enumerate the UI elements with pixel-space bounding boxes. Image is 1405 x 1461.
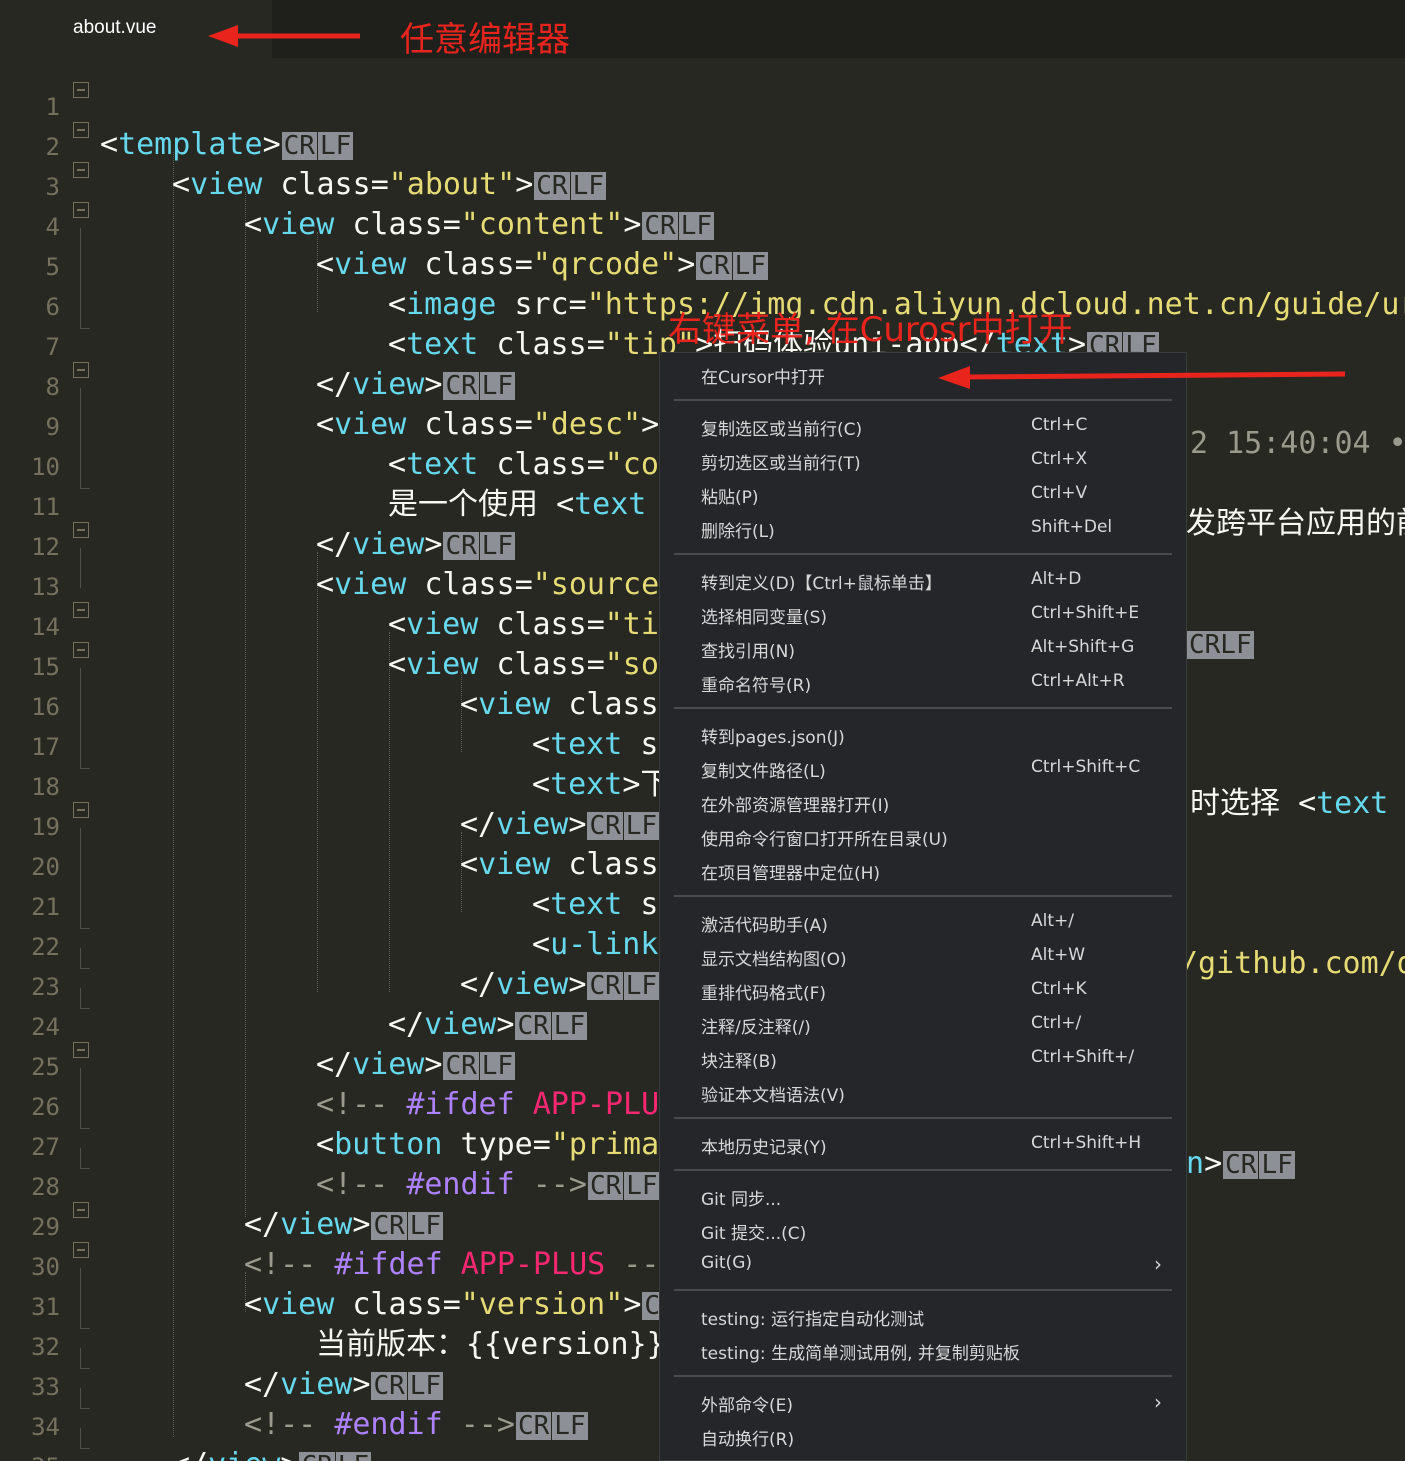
menu-item-copy-file-path[interactable]: 复制文件路径(L) Ctrl+Shift+C: [660, 752, 1186, 786]
fold-end: [80, 1348, 90, 1369]
menu-item-outline[interactable]: 显示文档结构图(O) Alt+W: [660, 940, 1186, 974]
menu-item-toggle-comment[interactable]: 注释/反注释(/) Ctrl+/: [660, 1008, 1186, 1042]
menu-item-format-code[interactable]: 重排代码格式(F) Ctrl+K: [660, 974, 1186, 1008]
fold-guide: [80, 268, 81, 308]
menu-separator: [674, 1169, 1172, 1171]
fold-end: [80, 1148, 90, 1169]
fold-toggle[interactable]: [73, 522, 89, 538]
menu-separator: [674, 707, 1172, 709]
fold-end: [80, 908, 90, 929]
menu-item-goto-pages-json[interactable]: 转到pages.json(J): [660, 718, 1186, 752]
code-line-5[interactable]: 5 <image src="https://img.cdn.aliyun.dcl…: [0, 228, 1405, 322]
fold-toggle[interactable]: [73, 642, 89, 658]
chevron-right-icon: ›: [1154, 1252, 1162, 1276]
context-menu: 在Cursor中打开 复制选区或当前行(C) Ctrl+C 剪切选区或当前行(T…: [659, 352, 1187, 1461]
menu-item-copy[interactable]: 复制选区或当前行(C) Ctrl+C: [660, 410, 1186, 444]
annotation-arrow-menu: [938, 366, 1346, 389]
fold-guide: [80, 1068, 81, 1108]
fold-end: [80, 748, 90, 769]
code-line-4[interactable]: 4 <view class="qrcode"> CR LF: [0, 188, 1405, 282]
menu-separator: [674, 399, 1172, 401]
menu-item-git[interactable]: Git(G) ›: [660, 1248, 1186, 1282]
fold-toggle[interactable]: [73, 1202, 89, 1218]
fold-toggle[interactable]: [73, 1242, 89, 1258]
menu-item-locate-in-project[interactable]: 在项目管理器中定位(H): [660, 854, 1186, 888]
code-line-1[interactable]: 1 <template> CR LF: [0, 68, 1405, 162]
fold-guide: [80, 828, 81, 868]
menu-item-git-commit[interactable]: Git 提交...(C): [660, 1214, 1186, 1248]
fold-guide: [80, 228, 81, 268]
fold-end: [80, 1428, 90, 1449]
menu-item-external-commands[interactable]: 外部命令(E) ›: [660, 1386, 1186, 1420]
fold-guide: [80, 708, 81, 748]
menu-item-testing-run[interactable]: testing: 运行指定自动化测试: [660, 1300, 1186, 1334]
fold-end: [80, 948, 90, 969]
fold-toggle[interactable]: [73, 362, 89, 378]
annotation-arrow-editor: [208, 25, 360, 47]
line-number: 35: [0, 1447, 60, 1461]
fold-guide: [80, 868, 81, 908]
menu-item-word-wrap[interactable]: 自动换行(R): [660, 1420, 1186, 1454]
annotation-menu-label: 右键菜单, 在Curosr中打开: [668, 310, 1073, 350]
menu-item-git-sync[interactable]: Git 同步...: [660, 1180, 1186, 1214]
fold-end: [80, 468, 90, 489]
fold-end: [80, 1108, 90, 1129]
fold-end: [80, 1388, 90, 1409]
fold-guide: [80, 548, 81, 588]
fold-toggle[interactable]: [73, 82, 89, 98]
menu-item-code-assist[interactable]: 激活代码助手(A) Alt+/: [660, 906, 1186, 940]
fold-end: [80, 988, 90, 1009]
annotation-editor-label: 任意编辑器: [400, 20, 570, 60]
menu-item-find-references[interactable]: 查找引用(N) Alt+Shift+G: [660, 632, 1186, 666]
menu-item-paste[interactable]: 粘贴(P) Ctrl+V: [660, 478, 1186, 512]
menu-separator: [674, 1375, 1172, 1377]
code-line-2[interactable]: 2 <view class="about"> CR LF: [0, 108, 1405, 202]
menu-item-cut[interactable]: 剪切选区或当前行(T) Ctrl+X: [660, 444, 1186, 478]
menu-item-testing-generate[interactable]: testing: 生成简单测试用例, 并复制剪贴板: [660, 1334, 1186, 1368]
code-line-3[interactable]: 3 <view class="content"> CR LF: [0, 148, 1405, 242]
menu-item-block-comment[interactable]: 块注释(B) Ctrl+Shift+/: [660, 1042, 1186, 1076]
menu-item-validate-syntax[interactable]: 验证本文档语法(V): [660, 1076, 1186, 1110]
fold-guide: [80, 1268, 81, 1308]
fold-end: [80, 1308, 90, 1329]
fold-toggle[interactable]: [73, 202, 89, 218]
menu-item-delete-line[interactable]: 删除行(L) Shift+Del: [660, 512, 1186, 546]
fold-toggle[interactable]: [73, 162, 89, 178]
fold-end: [80, 308, 90, 329]
fold-guide: [80, 668, 81, 708]
fold-toggle[interactable]: [73, 1042, 89, 1058]
menu-separator: [674, 895, 1172, 897]
menu-separator: [674, 1117, 1172, 1119]
fold-toggle[interactable]: [73, 802, 89, 818]
fold-guide: [80, 388, 81, 428]
menu-item-goto-definition[interactable]: 转到定义(D)【Ctrl+鼠标单击】 Alt+D: [660, 564, 1186, 598]
fold-toggle[interactable]: [73, 122, 89, 138]
menu-separator: [674, 553, 1172, 555]
fold-toggle[interactable]: [73, 602, 89, 618]
menu-separator: [674, 1289, 1172, 1291]
menu-item-rename-symbol[interactable]: 重命名符号(R) Ctrl+Alt+R: [660, 666, 1186, 700]
menu-item-open-in-explorer[interactable]: 在外部资源管理器打开(I): [660, 786, 1186, 820]
chevron-right-icon: ›: [1154, 1390, 1162, 1414]
tab-title: about.vue: [73, 17, 157, 38]
menu-item-open-terminal[interactable]: 使用命令行窗口打开所在目录(U): [660, 820, 1186, 854]
fold-guide: [80, 428, 81, 468]
menu-item-select-same-variable[interactable]: 选择相同变量(S) Ctrl+Shift+E: [660, 598, 1186, 632]
menu-item-local-history[interactable]: 本地历史记录(Y) Ctrl+Shift+H: [660, 1128, 1186, 1162]
